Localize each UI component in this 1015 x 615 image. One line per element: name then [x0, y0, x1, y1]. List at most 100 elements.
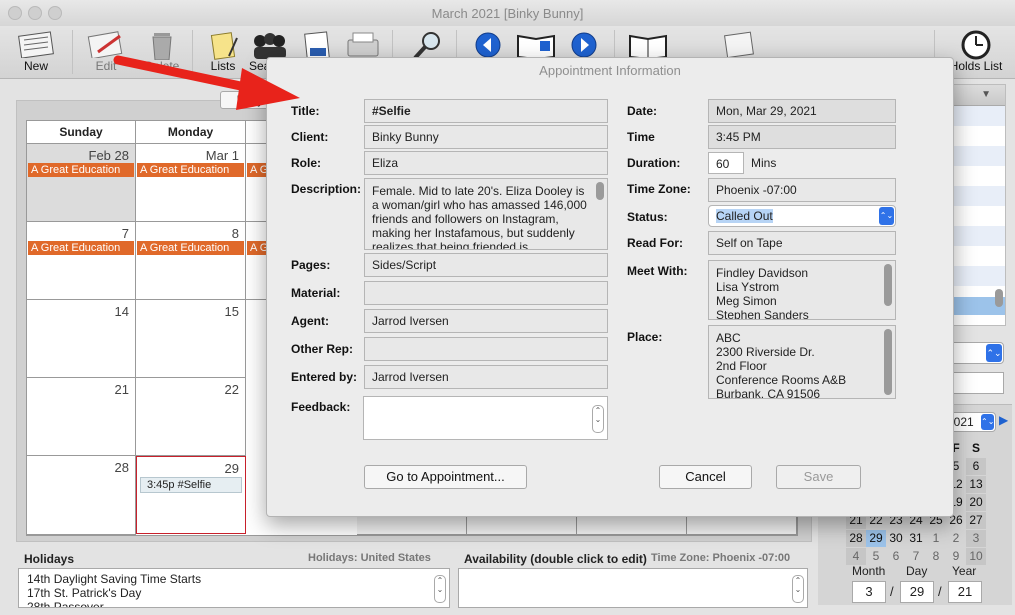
entered-by-label: Entered by:: [291, 370, 358, 384]
day-number: 28: [114, 460, 129, 475]
event-bar[interactable]: A Great Education: [137, 163, 244, 177]
day-cell[interactable]: 14: [27, 300, 136, 378]
place-label: Place:: [627, 330, 663, 344]
agent-field[interactable]: Jarrod Iversen: [364, 309, 608, 333]
day-cell[interactable]: 28: [27, 456, 136, 535]
material-label: Material:: [291, 286, 341, 300]
event-bar[interactable]: A Great Education: [137, 241, 244, 255]
meet-with-list[interactable]: Findley Davidson Lisa Ystrom Meg Simon S…: [708, 260, 896, 320]
weekday-header: S: [971, 441, 980, 455]
magnifier-icon: [413, 32, 440, 60]
status-select[interactable]: Called Out ⌃⌄: [708, 205, 896, 227]
appointment-item[interactable]: 3:45p #Selfie: [140, 477, 242, 493]
duration-field[interactable]: 60: [708, 152, 744, 174]
holidays-list[interactable]: 14th Daylight Saving Time Starts 17th St…: [18, 568, 450, 608]
availability-scrollbar[interactable]: ⌃ ⌄: [792, 575, 804, 603]
mini-day[interactable]: 1: [926, 530, 946, 547]
mini-day[interactable]: 13: [966, 476, 986, 493]
go-to-appointment-button[interactable]: Go to Appointment...: [364, 465, 527, 489]
appointment-dialog: Appointment Information Title: #Selfie C…: [266, 57, 954, 517]
mini-day[interactable]: 6: [966, 458, 986, 475]
material-field[interactable]: [364, 281, 608, 305]
client-label: Client:: [291, 130, 329, 144]
place-field[interactable]: ABC 2300 Riverside Dr. 2nd Floor Confere…: [708, 325, 896, 399]
availability-box[interactable]: ⌃ ⌄: [458, 568, 808, 608]
status-label: Status:: [627, 210, 668, 224]
mini-day[interactable]: 20: [966, 494, 986, 511]
client-field[interactable]: Binky Bunny: [364, 125, 608, 149]
day-cell[interactable]: Mar 1 A Great Education: [136, 144, 246, 222]
window-title: March 2021 [Binky Bunny]: [431, 6, 584, 21]
event-bar[interactable]: A Great Education: [28, 241, 134, 255]
role-field[interactable]: Eliza: [364, 151, 608, 175]
pages-field[interactable]: Sides/Script: [364, 253, 608, 277]
dialog-title: Appointment Information: [539, 63, 681, 78]
date-field: Mon, Mar 29, 2021: [708, 99, 896, 123]
calendar-today-icon: [517, 34, 555, 60]
holidays-scrollbar[interactable]: ⌃ ⌄: [434, 575, 446, 603]
toolbar-divider: [72, 30, 73, 74]
day-number: 7: [121, 226, 129, 241]
day-cell[interactable]: 21: [27, 378, 136, 456]
mini-day[interactable]: 10: [966, 548, 986, 565]
mini-day[interactable]: 28: [846, 530, 866, 547]
list-scrollbar[interactable]: [995, 289, 1003, 307]
title-field[interactable]: #Selfie: [364, 99, 608, 123]
day-cell[interactable]: [577, 517, 687, 535]
day-cell[interactable]: 22: [136, 378, 246, 456]
month-field[interactable]: 3: [852, 581, 886, 603]
mini-day[interactable]: 9: [946, 548, 966, 565]
day-number: 8: [231, 226, 239, 241]
mini-day[interactable]: 2: [946, 530, 966, 547]
mini-day[interactable]: 27: [966, 512, 986, 529]
event-bar[interactable]: A Great Education: [28, 163, 134, 177]
day-cell-selected[interactable]: 29 3:45p #Selfie: [136, 456, 246, 534]
mini-day[interactable]: 4: [846, 548, 866, 565]
description-field[interactable]: Female. Mid to late 20's. Eliza Dooley i…: [364, 178, 608, 250]
other-rep-field[interactable]: [364, 337, 608, 361]
new-label: New: [23, 59, 48, 73]
description-label: Description:: [291, 182, 362, 196]
mini-day[interactable]: 6: [886, 548, 906, 565]
day-cell[interactable]: [357, 517, 467, 535]
day-cell[interactable]: Feb 28 A Great Education: [27, 144, 136, 222]
mini-day-selected[interactable]: 29: [866, 530, 886, 547]
day-cell[interactable]: [467, 517, 577, 535]
mini-day[interactable]: 8: [926, 548, 946, 565]
cancel-button[interactable]: Cancel: [659, 465, 752, 489]
entered-by-field[interactable]: Jarrod Iversen: [364, 365, 608, 389]
feedback-scrollbar[interactable]: ⌃ ⌄: [592, 405, 604, 433]
day-field[interactable]: 29: [900, 581, 934, 603]
mini-day[interactable]: 30: [886, 530, 906, 547]
back-arrow-icon: [475, 32, 501, 58]
read-for-field[interactable]: Self on Tape: [708, 231, 896, 255]
place-scrollbar[interactable]: [884, 329, 892, 395]
day-number: Feb 28: [88, 148, 129, 163]
day-label: Day: [906, 564, 928, 578]
next-month-icon[interactable]: ▶: [999, 413, 1008, 427]
timezone-field[interactable]: Phoenix -07:00: [708, 178, 896, 202]
day-number: 14: [114, 304, 129, 319]
duration-label: Duration:: [627, 156, 681, 170]
date-separator: /: [938, 584, 942, 599]
holiday-item: 14th Daylight Saving Time Starts: [27, 572, 202, 586]
description-scrollbar[interactable]: [596, 182, 604, 200]
day-cell[interactable]: 8 A Great Education: [136, 222, 246, 300]
save-button[interactable]: Save: [776, 465, 861, 489]
mini-day[interactable]: 3: [966, 530, 986, 547]
red-arrow-icon: [113, 55, 300, 110]
mini-day[interactable]: 5: [866, 548, 886, 565]
meet-with-scrollbar[interactable]: [884, 264, 892, 306]
day-number: 29: [224, 461, 239, 476]
mini-day[interactable]: 7: [906, 548, 926, 565]
feedback-field[interactable]: ⌃ ⌄: [363, 396, 608, 440]
mini-day[interactable]: 31: [906, 530, 926, 547]
date-label: Date:: [627, 104, 658, 118]
new-button[interactable]: New: [8, 26, 64, 78]
meet-with-label: Meet With:: [627, 264, 688, 278]
day-cell[interactable]: [687, 517, 797, 535]
year-field[interactable]: 21: [948, 581, 982, 603]
holidays-country: Holidays: United States: [308, 552, 431, 564]
day-cell[interactable]: 7 A Great Education: [27, 222, 136, 300]
day-cell[interactable]: 15: [136, 300, 246, 378]
